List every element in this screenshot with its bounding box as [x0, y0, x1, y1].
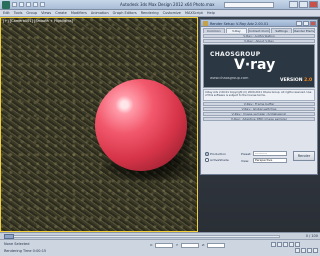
- activeshade-radio-row[interactable]: ActiveShade: [205, 158, 229, 162]
- close-button[interactable]: [309, 1, 318, 8]
- menu-rendering[interactable]: Rendering: [141, 11, 159, 15]
- title-bar: Autodesk 3ds Max Design 2012 x64 Photo.m…: [0, 0, 320, 10]
- preset-dropdown[interactable]: -----------: [253, 151, 287, 156]
- production-radio[interactable]: [205, 152, 209, 156]
- pan-icon[interactable]: [301, 248, 306, 253]
- camera-viewport[interactable]: [+] [Camera001] [Smooth + Highlights]: [0, 17, 198, 232]
- render-button[interactable]: Render: [293, 151, 315, 161]
- view-dropdown[interactable]: Perspective: [253, 158, 287, 163]
- redo-icon[interactable]: [40, 2, 45, 7]
- version-text: VERSION 2.0: [280, 78, 312, 83]
- teapot-icon: [203, 21, 208, 26]
- production-label: Production: [210, 152, 226, 156]
- chaosgroup-url: www.chaosgroup.com: [210, 76, 249, 80]
- copyright-text: V-Ray Adv 2.00.01 Copyright (C) 2000-201…: [203, 89, 315, 101]
- active-viewport-border: [0, 17, 198, 232]
- play-icon[interactable]: [283, 242, 288, 247]
- dialog-title-bar[interactable]: Render Setup: V-Ray Adv 2.00.01: [201, 20, 317, 27]
- dialog-window-controls: [296, 21, 316, 26]
- tab-render-elements[interactable]: Render Elements: [293, 28, 315, 33]
- app-logo-icon[interactable]: [2, 1, 10, 9]
- menu-views[interactable]: Views: [41, 11, 51, 15]
- dialog-close-button[interactable]: [310, 21, 316, 26]
- menu-edit[interactable]: Edit: [3, 11, 10, 15]
- go-to-end-icon[interactable]: [295, 242, 300, 247]
- undo-icon[interactable]: [33, 2, 38, 7]
- time-slider-bar: 0 / 100: [0, 232, 320, 239]
- x-coord-field[interactable]: [155, 243, 173, 248]
- activeshade-label: ActiveShade: [210, 158, 229, 162]
- zoom-icon[interactable]: [295, 248, 300, 253]
- rollout-frame-buffer[interactable]: V-Ray:: Frame buffer: [203, 102, 315, 106]
- open-file-icon[interactable]: [19, 2, 24, 7]
- save-file-icon[interactable]: [26, 2, 31, 7]
- viewport-navigation-controls: [295, 248, 318, 253]
- status-bar: None Selected Rendering Time 0:00:15 X: …: [0, 239, 320, 256]
- frame-counter: 0 / 100: [305, 234, 318, 238]
- playback-controls: [271, 242, 300, 247]
- maximize-viewport-icon[interactable]: [313, 248, 318, 253]
- menu-group[interactable]: Group: [26, 11, 37, 15]
- rollout-about-vray[interactable]: V-Ray:: About V-Ray: [203, 39, 315, 43]
- tab-indirect-illumination[interactable]: Indirect illumination: [248, 28, 270, 33]
- x-coord-label: X:: [150, 243, 154, 247]
- dialog-tabs: Common V-Ray Indirect illumination Setti…: [201, 27, 317, 33]
- next-frame-icon[interactable]: [289, 242, 294, 247]
- menu-animation[interactable]: Animation: [91, 11, 109, 15]
- menu-graph-editors[interactable]: Graph Editors: [113, 11, 137, 15]
- dialog-minimize-button[interactable]: [296, 21, 302, 26]
- preset-label: Preset:: [241, 152, 252, 156]
- menu-create[interactable]: Create: [55, 11, 67, 15]
- window-controls: [289, 1, 318, 8]
- render-setup-dialog: Render Setup: V-Ray Adv 2.00.01 Common V…: [200, 19, 318, 175]
- production-radio-row[interactable]: Production: [205, 152, 226, 156]
- rollout-authorization[interactable]: V-Ray:: Authorization: [203, 34, 315, 38]
- tab-vray[interactable]: V-Ray: [225, 28, 248, 33]
- dialog-maximize-button[interactable]: [303, 21, 309, 26]
- menu-help[interactable]: Help: [207, 11, 215, 15]
- vray-about-banner: CHAOSGROUP V·ray www.chaosgroup.com VERS…: [203, 44, 315, 88]
- minimize-button[interactable]: [289, 1, 298, 8]
- search-input[interactable]: [224, 2, 274, 8]
- version-label: VERSION: [280, 78, 303, 83]
- orbit-icon[interactable]: [307, 248, 312, 253]
- quick-access-toolbar: [12, 2, 45, 7]
- new-file-icon[interactable]: [12, 2, 17, 7]
- go-to-start-icon[interactable]: [271, 242, 276, 247]
- menu-customize[interactable]: Customize: [163, 11, 181, 15]
- menu-tools[interactable]: Tools: [14, 11, 23, 15]
- dialog-title: Render Setup: V-Ray Adv 2.00.01: [210, 21, 269, 26]
- version-number: 2.0: [304, 78, 313, 83]
- maximize-button[interactable]: [299, 1, 308, 8]
- z-coord-field[interactable]: [207, 243, 225, 248]
- rollout-global-switches[interactable]: V-Ray:: Global switches: [203, 107, 315, 111]
- tab-settings[interactable]: Settings: [270, 28, 293, 33]
- menu-bar: Edit Tools Group Views Create Modifiers …: [0, 10, 320, 17]
- selection-status: None Selected: [4, 242, 30, 246]
- render-time-status: Rendering Time 0:00:15: [4, 249, 47, 253]
- view-label: View:: [241, 159, 249, 163]
- tab-common[interactable]: Common: [203, 28, 225, 33]
- render-controls: Production ActiveShade Preset: ---------…: [203, 148, 315, 172]
- menu-modifiers[interactable]: Modifiers: [71, 11, 87, 15]
- menu-maxscript[interactable]: MAXScript: [185, 11, 203, 15]
- rollout-adaptive-dmc[interactable]: V-Ray:: Adaptive DMC image sampler: [203, 117, 315, 121]
- y-coord-field[interactable]: [181, 243, 199, 248]
- vray-logo: V·ray: [234, 57, 276, 73]
- rollout-image-sampler[interactable]: V-Ray:: Image sampler (Antialiasing): [203, 112, 315, 116]
- activeshade-radio[interactable]: [205, 158, 209, 162]
- window-title: Autodesk 3ds Max Design 2012 x64 Photo.m…: [120, 2, 215, 7]
- previous-frame-icon[interactable]: [277, 242, 282, 247]
- time-slider-track[interactable]: [4, 235, 280, 238]
- y-coord-label: Y:: [176, 243, 179, 247]
- z-coord-label: Z:: [202, 243, 206, 247]
